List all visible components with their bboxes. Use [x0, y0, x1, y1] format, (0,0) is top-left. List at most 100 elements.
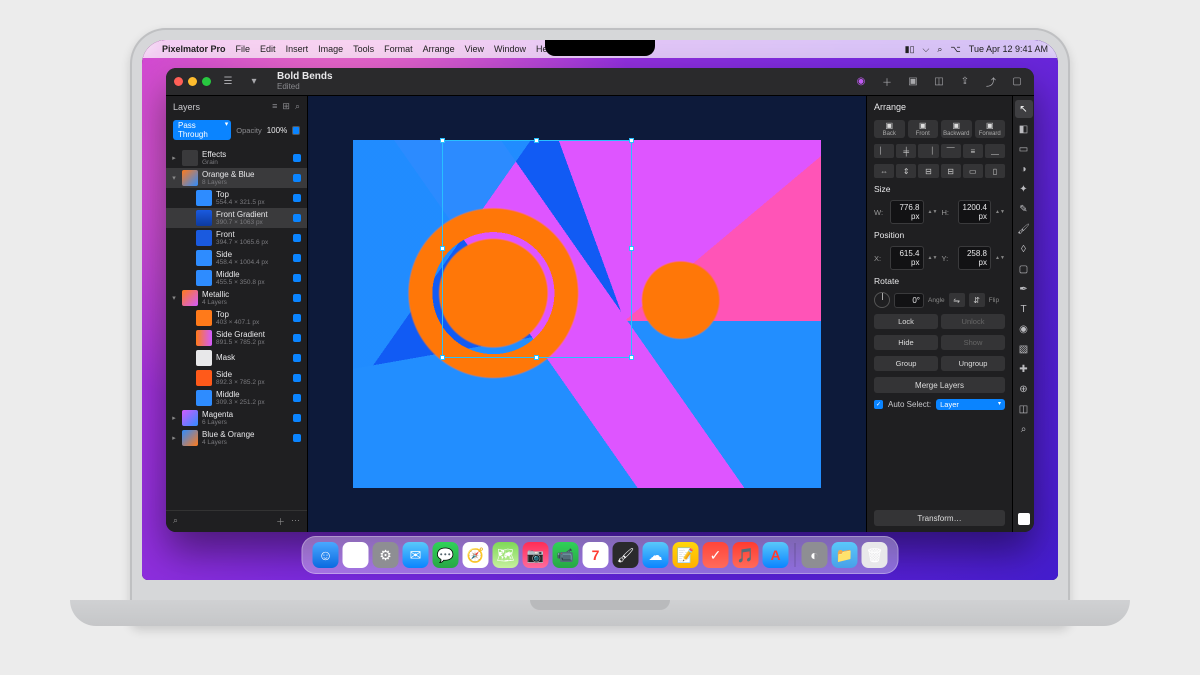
align-extra1-button[interactable]: ▭ — [963, 164, 983, 178]
handle-bot-mid[interactable] — [534, 355, 539, 360]
distribute-spacing-v-button[interactable]: ⊟ — [941, 164, 961, 178]
layer-item[interactable]: ▸Blue & Orange4 Layers — [166, 428, 307, 448]
angle-input[interactable]: 0° — [894, 293, 924, 308]
presets-icon[interactable]: ▣ — [904, 73, 922, 91]
x-stepper[interactable]: ▲▼ — [928, 255, 938, 261]
export-icon[interactable]: ⇪ — [956, 73, 974, 91]
layer-item[interactable]: Top554.4 × 321.5 px — [166, 188, 307, 208]
width-stepper[interactable]: ▲▼ — [928, 209, 938, 215]
handle-top-left[interactable] — [440, 138, 445, 143]
flip-horizontal-button[interactable]: ⇋ — [949, 293, 965, 307]
dock-app-icon[interactable]: 🗑 — [862, 542, 888, 568]
blend-mode-select[interactable]: Pass Through — [173, 120, 231, 140]
group-button[interactable]: Group — [874, 356, 938, 371]
crop-icon[interactable]: ◫ — [930, 73, 948, 91]
adjust-colors-tool-icon[interactable]: ◑ — [1015, 160, 1033, 178]
layers-filter-icon[interactable]: ⊞ — [282, 101, 290, 112]
layer-visibility-toggle[interactable] — [293, 154, 301, 162]
close-window-icon[interactable] — [174, 77, 183, 86]
handle-top-mid[interactable] — [534, 138, 539, 143]
menu-insert[interactable]: Insert — [286, 44, 309, 54]
search-icon[interactable]: ⌕ — [937, 44, 942, 55]
selection-tool-icon[interactable]: ▭ — [1015, 140, 1033, 158]
sidebar-toggle-icon[interactable]: ☰ — [219, 73, 237, 91]
layer-options-icon[interactable]: ⋯ — [291, 515, 300, 528]
foreground-color-swatch[interactable] — [1015, 510, 1033, 528]
layer-visibility-toggle[interactable] — [293, 334, 301, 342]
bring-forward-button[interactable]: ▣Forward — [975, 120, 1006, 138]
send-backward-button[interactable]: ▣Backward — [941, 120, 972, 138]
opacity-value[interactable]: 100% — [267, 126, 287, 135]
disclosure-icon[interactable]: ▾ — [170, 294, 178, 302]
y-stepper[interactable]: ▲▼ — [995, 255, 1005, 261]
disclosure-icon[interactable]: ▸ — [170, 434, 178, 442]
menu-arrange[interactable]: Arrange — [423, 44, 455, 54]
menu-window[interactable]: Window — [494, 44, 526, 54]
menu-file[interactable]: File — [236, 44, 251, 54]
add-icon[interactable]: ＋ — [878, 73, 896, 91]
layer-visibility-toggle[interactable] — [293, 254, 301, 262]
dock-app-icon[interactable]: ▦ — [343, 542, 369, 568]
align-top-button[interactable]: ⎺ — [941, 144, 961, 158]
dock-app-icon[interactable]: 🗺 — [493, 542, 519, 568]
menubar-app-name[interactable]: Pixelmator Pro — [162, 44, 226, 54]
auto-select-checkbox[interactable]: ✓ — [874, 400, 883, 409]
layer-item[interactable]: Front394.7 × 1065.6 px — [166, 228, 307, 248]
retouch-tool-icon[interactable]: ✎ — [1015, 200, 1033, 218]
unlock-button[interactable]: Unlock — [941, 314, 1005, 329]
dock-app-icon[interactable]: ☺ — [313, 542, 339, 568]
zoom-menu-icon[interactable]: ▾ — [245, 73, 263, 91]
align-vcenter-button[interactable]: ≡ — [963, 144, 983, 158]
lock-button[interactable]: Lock — [874, 314, 938, 329]
handle-bot-left[interactable] — [440, 355, 445, 360]
rotate-dial[interactable] — [874, 292, 890, 308]
dock-app-icon[interactable]: ◐ — [802, 542, 828, 568]
layers-search-icon[interactable]: ⌕ — [295, 101, 300, 112]
align-bottom-button[interactable]: ⎽ — [985, 144, 1005, 158]
effects-tool-icon[interactable]: ✦ — [1015, 180, 1033, 198]
dock-app-icon[interactable]: 📝 — [673, 542, 699, 568]
menubar-clock[interactable]: Tue Apr 12 9:41 AM — [969, 44, 1048, 54]
dock-app-icon[interactable]: 🖌 — [613, 542, 639, 568]
dock-app-icon[interactable]: ☁ — [643, 542, 669, 568]
layer-visibility-toggle[interactable] — [293, 314, 301, 322]
layer-visibility-toggle[interactable] — [293, 274, 301, 282]
menu-tools[interactable]: Tools — [353, 44, 374, 54]
inspector-icon[interactable]: ▢ — [1008, 73, 1026, 91]
menu-format[interactable]: Format — [384, 44, 413, 54]
width-input[interactable]: 776.8 px — [890, 200, 924, 224]
layer-item[interactable]: ▾Orange & Blue8 Layers — [166, 168, 307, 188]
layer-item[interactable]: Top403 × 407.1 px — [166, 308, 307, 328]
layers-list-view-icon[interactable]: ≡ — [272, 101, 277, 112]
x-input[interactable]: 615.4 px — [890, 246, 924, 270]
dock-app-icon[interactable]: 📹 — [553, 542, 579, 568]
layer-visibility-toggle[interactable] — [293, 174, 301, 182]
disclosure-icon[interactable]: ▸ — [170, 414, 178, 422]
align-left-button[interactable]: ⎸ — [874, 144, 894, 158]
layer-item[interactable]: Middle309.3 × 251.2 px — [166, 388, 307, 408]
bring-to-front-button[interactable]: ▣Front — [908, 120, 939, 138]
handle-mid-right[interactable] — [629, 246, 634, 251]
add-layer-icon[interactable]: ＋ — [276, 515, 285, 528]
dock-app-icon[interactable]: ⚙ — [373, 542, 399, 568]
layer-item[interactable]: Mask — [166, 348, 307, 368]
handle-top-right[interactable] — [629, 138, 634, 143]
send-to-back-button[interactable]: ▣Back — [874, 120, 905, 138]
align-hcenter-button[interactable]: ╪ — [896, 144, 916, 158]
share-icon[interactable]: ⤴ — [982, 73, 1000, 91]
layer-item[interactable]: ▸EffectsGrain — [166, 148, 307, 168]
flip-vertical-button[interactable]: ⇵ — [969, 293, 985, 307]
dock-app-icon[interactable]: 🧭 — [463, 542, 489, 568]
ungroup-button[interactable]: Ungroup — [941, 356, 1005, 371]
layer-item[interactable]: Side458.4 × 1004.4 px — [166, 248, 307, 268]
y-input[interactable]: 258.8 px — [958, 246, 992, 270]
hide-button[interactable]: Hide — [874, 335, 938, 350]
dock-app-icon[interactable]: 💬 — [433, 542, 459, 568]
layers-search-footer-icon[interactable]: ⌕ — [173, 515, 178, 528]
layer-visibility-toggle[interactable] — [293, 374, 301, 382]
style-tool-icon[interactable]: ◧ — [1015, 120, 1033, 138]
control-center-icon[interactable]: ⌥ — [950, 44, 960, 55]
disclosure-icon[interactable]: ▸ — [170, 154, 178, 162]
merge-layers-button[interactable]: Merge Layers — [874, 377, 1005, 393]
battery-icon[interactable]: ▮▯ — [905, 44, 915, 55]
